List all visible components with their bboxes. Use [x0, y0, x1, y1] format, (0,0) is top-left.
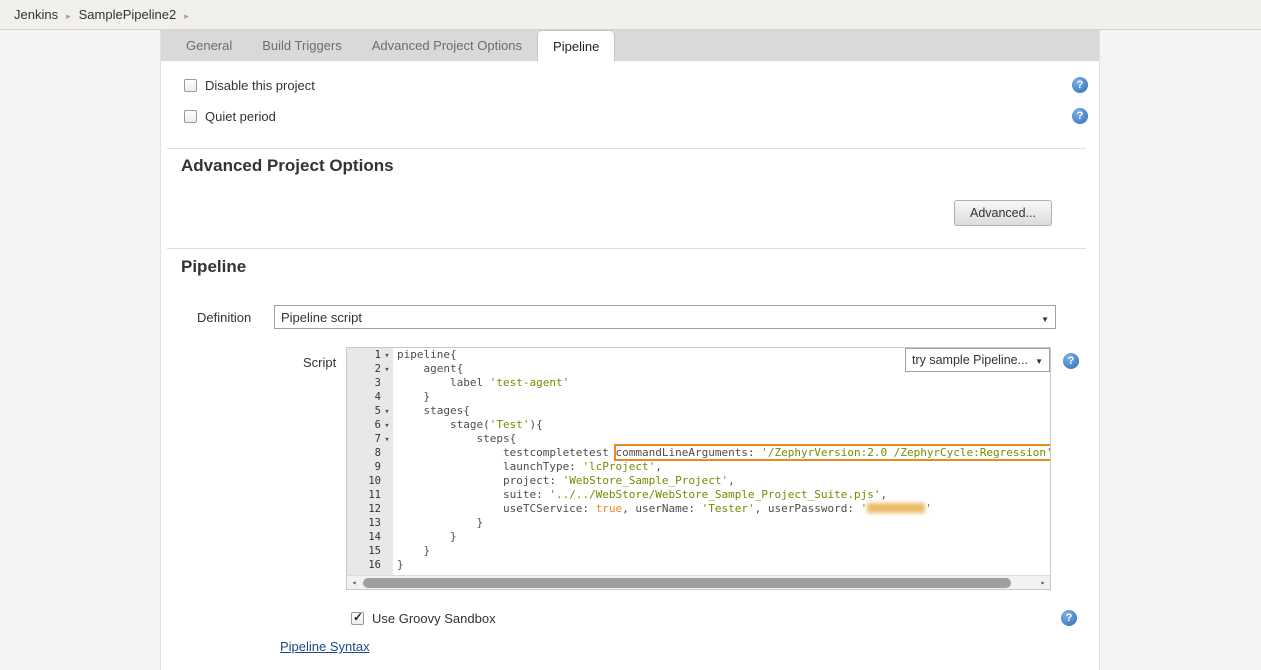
line-number: 6 — [347, 418, 393, 432]
line-number: 15 — [347, 544, 393, 558]
script-row: Script 1pipeline{2 agent{3 label 'test-a… — [303, 347, 1099, 590]
breadcrumb: Jenkins SamplePipeline2 — [0, 0, 1261, 30]
scrollbar-thumb[interactable] — [363, 578, 1011, 588]
breadcrumb-item-jenkins[interactable]: Jenkins — [14, 7, 58, 22]
config-panel: General Build Triggers Advanced Project … — [160, 30, 1100, 670]
fold-arrow-icon[interactable] — [381, 432, 393, 447]
breadcrumb-arrow-icon — [58, 7, 79, 22]
line-number: 5 — [347, 404, 393, 418]
code-line[interactable]: 3 label 'test-agent' — [347, 376, 1050, 390]
code-line[interactable]: 12 useTCService: true, userName: 'Tester… — [347, 502, 1050, 516]
advanced-button[interactable]: Advanced... — [954, 200, 1052, 226]
line-number: 12 — [347, 502, 393, 516]
definition-select-value: Pipeline script — [281, 310, 362, 325]
code-line[interactable]: 8 testcompletetest commandLineArguments:… — [347, 446, 1050, 460]
script-editor-wrap: 1pipeline{2 agent{3 label 'test-agent'4 … — [346, 347, 1051, 590]
code-line[interactable]: 16} — [347, 558, 1050, 572]
line-number: 8 — [347, 446, 393, 460]
line-number: 9 — [347, 460, 393, 474]
editor-horizontal-scrollbar[interactable] — [347, 575, 1050, 589]
line-number: 1 — [347, 348, 393, 362]
code-line[interactable]: 11 suite: '../../WebStore/WebStore_Sampl… — [347, 488, 1050, 502]
script-editor[interactable]: 1pipeline{2 agent{3 label 'test-agent'4 … — [346, 347, 1051, 590]
code-line[interactable]: 4 } — [347, 390, 1050, 404]
line-number: 16 — [347, 558, 393, 572]
advanced-options-title: Advanced Project Options — [181, 156, 1099, 176]
help-icon[interactable] — [1061, 610, 1077, 626]
script-label: Script — [303, 347, 346, 370]
line-number: 7 — [347, 432, 393, 446]
help-icon[interactable] — [1072, 77, 1088, 93]
sample-pipeline-select-value: try sample Pipeline... — [912, 353, 1028, 367]
tab-strip: General Build Triggers Advanced Project … — [161, 30, 1099, 61]
groovy-sandbox-row: Use Groovy Sandbox — [351, 609, 1077, 627]
groovy-sandbox-checkbox[interactable] — [351, 612, 364, 625]
scroll-left-icon[interactable] — [347, 576, 361, 590]
code-line[interactable]: 6 stage('Test'){ — [347, 418, 1050, 432]
code-line[interactable]: 15 } — [347, 544, 1050, 558]
pipeline-syntax-row: Pipeline Syntax — [280, 639, 1099, 654]
redacted-password — [867, 503, 925, 513]
groovy-sandbox-label: Use Groovy Sandbox — [372, 611, 496, 626]
definition-label: Definition — [197, 310, 274, 325]
tab-advanced-project-options[interactable]: Advanced Project Options — [357, 30, 537, 61]
quiet-period-checkbox[interactable] — [184, 110, 197, 123]
fold-arrow-icon[interactable] — [381, 404, 393, 419]
code-line[interactable]: 7 steps{ — [347, 432, 1050, 446]
chevron-down-icon — [1035, 353, 1043, 367]
highlight-box: commandLineArguments: '/ZephyrVersion:2.… — [616, 446, 1050, 459]
scrollbar-track[interactable] — [361, 576, 1036, 590]
help-icon[interactable] — [1072, 108, 1088, 124]
line-number: 3 — [347, 376, 393, 390]
tab-pipeline[interactable]: Pipeline — [537, 30, 615, 61]
code-line[interactable]: 13 } — [347, 516, 1050, 530]
quiet-period-row: Quiet period — [161, 107, 1099, 125]
section-divider — [167, 248, 1086, 249]
advanced-button-row: Advanced... — [161, 200, 1099, 226]
tab-general[interactable]: General — [171, 30, 247, 61]
scroll-right-icon[interactable] — [1036, 576, 1050, 590]
help-icon[interactable] — [1063, 353, 1079, 369]
code-line[interactable]: 10 project: 'WebStore_Sample_Project', — [347, 474, 1050, 488]
code-line[interactable]: 5 stages{ — [347, 404, 1050, 418]
disable-project-checkbox[interactable] — [184, 79, 197, 92]
definition-row: Definition Pipeline script — [197, 305, 1099, 329]
disable-project-row: Disable this project — [161, 76, 1099, 94]
config-content: Disable this project Quiet period Advanc… — [161, 76, 1099, 654]
line-number: 2 — [347, 362, 393, 376]
fold-arrow-icon[interactable] — [381, 362, 393, 377]
definition-select[interactable]: Pipeline script — [274, 305, 1056, 329]
sample-pipeline-select[interactable]: try sample Pipeline... — [905, 348, 1050, 372]
code-line[interactable]: 14 } — [347, 530, 1050, 544]
line-number: 13 — [347, 516, 393, 530]
pipeline-title: Pipeline — [181, 257, 1099, 277]
fold-arrow-icon[interactable] — [381, 348, 393, 363]
editor-lines: 1pipeline{2 agent{3 label 'test-agent'4 … — [347, 348, 1050, 575]
code-line[interactable]: 9 launchType: 'lcProject', — [347, 460, 1050, 474]
quiet-period-label: Quiet period — [205, 109, 276, 124]
tab-build-triggers[interactable]: Build Triggers — [247, 30, 356, 61]
line-number: 14 — [347, 530, 393, 544]
disable-project-label: Disable this project — [205, 78, 315, 93]
breadcrumb-item-project[interactable]: SamplePipeline2 — [79, 7, 177, 22]
line-number: 10 — [347, 474, 393, 488]
line-number: 4 — [347, 390, 393, 404]
breadcrumb-arrow-icon — [176, 7, 197, 22]
line-number: 11 — [347, 488, 393, 502]
chevron-down-icon — [1041, 310, 1049, 325]
pipeline-syntax-link[interactable]: Pipeline Syntax — [280, 639, 370, 654]
fold-arrow-icon[interactable] — [381, 418, 393, 433]
section-divider — [167, 148, 1086, 149]
